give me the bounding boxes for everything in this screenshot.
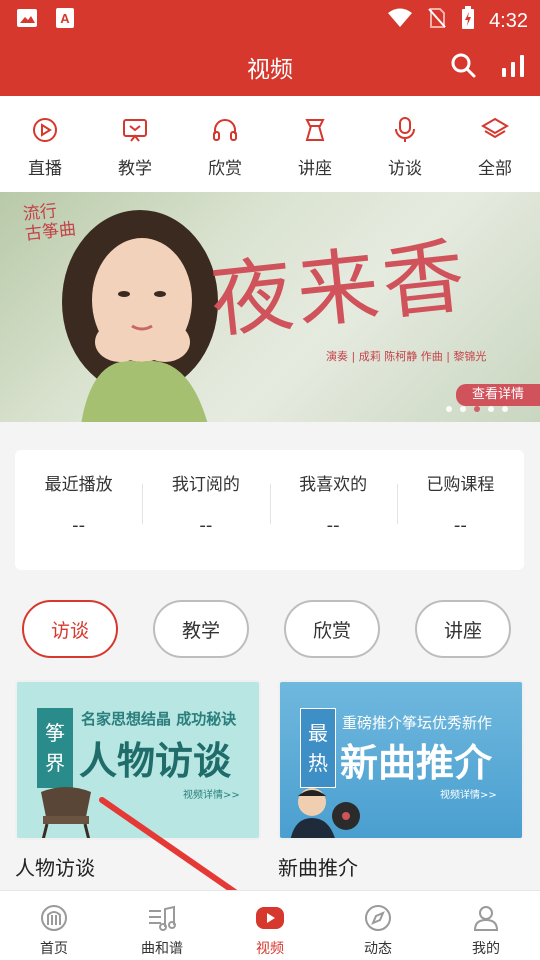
video-thumbnail[interactable]: 最 热 重磅推介筝坛优秀新作 新曲推介 视频详情>> <box>278 680 524 840</box>
filter-interview[interactable]: 访谈 <box>22 600 118 658</box>
ranking-chart-icon[interactable] <box>500 54 526 82</box>
video-card-grid: 筝 界 名家思想结晶 成功秘诀 人物访谈 视频详情>> 人物访谈 最 热 重磅推… <box>15 680 525 881</box>
video-card[interactable]: 筝 界 名家思想结晶 成功秘诀 人物访谈 视频详情>> 人物访谈 <box>15 680 261 881</box>
thumbnail-subtitle: 名家思想结晶 成功秘诀 <box>81 710 237 728</box>
badge-char: 界 <box>45 751 65 775</box>
tab-home[interactable]: 首页 <box>0 891 108 960</box>
app-bar: 视频 <box>0 36 540 96</box>
badge-char: 热 <box>308 751 328 775</box>
badge-char: 最 <box>308 721 328 745</box>
video-play-icon <box>256 907 284 929</box>
banner-title: 夜来香 <box>206 228 474 351</box>
view-details-button[interactable]: 查看详情 <box>456 384 540 406</box>
category-label: 欣赏 <box>208 159 242 179</box>
composer-photo <box>290 788 360 838</box>
thumbnail-more: 视频详情>> <box>440 790 497 801</box>
category-all[interactable]: 全部 <box>450 96 540 192</box>
tab-label: 首页 <box>40 941 68 957</box>
thumbnail-subtitle: 重磅推介筝坛优秀新作 <box>342 714 493 732</box>
profile-icon <box>473 906 499 931</box>
carousel-dot[interactable] <box>446 406 452 412</box>
tab-video[interactable]: 视频 <box>216 891 324 960</box>
video-card-title: 人物访谈 <box>15 856 95 880</box>
stat-purchased[interactable]: 已购课程 -- <box>396 450 524 570</box>
status-bar: A 4:32 <box>0 0 540 36</box>
live-icon <box>33 118 57 142</box>
stat-value: -- <box>326 515 340 536</box>
carousel-dots <box>446 406 508 412</box>
video-card[interactable]: 最 热 重磅推介筝坛优秀新作 新曲推介 视频详情>> 新曲推介 <box>278 680 524 881</box>
user-stats-card: 最近播放 -- 我订阅的 -- 我喜欢的 -- 已购课程 -- <box>15 450 524 570</box>
stat-recent-play[interactable]: 最近播放 -- <box>15 450 142 570</box>
search-icon[interactable] <box>450 52 476 82</box>
category-label: 全部 <box>478 159 512 179</box>
tab-label: 曲和谱 <box>141 941 183 957</box>
stat-label: 我订阅的 <box>171 475 240 495</box>
svg-text:A: A <box>60 11 70 26</box>
category-interview[interactable]: 访谈 <box>360 96 450 192</box>
home-icon <box>41 905 67 931</box>
category-label: 直播 <box>28 159 62 179</box>
filter-teaching[interactable]: 教学 <box>153 600 249 658</box>
category-label: 教学 <box>118 159 152 179</box>
filter-pills: 访谈 教学 欣赏 讲座 <box>22 600 522 658</box>
microphone-icon <box>395 117 415 142</box>
stat-subscribed[interactable]: 我订阅的 -- <box>142 450 269 570</box>
banner-tag: 流行 古筝曲 <box>22 199 77 244</box>
thumbnail-badge: 最 热 <box>300 708 336 788</box>
no-sim-icon <box>427 7 447 35</box>
teaching-icon <box>123 119 147 142</box>
stat-label: 已购课程 <box>426 475 495 495</box>
video-thumbnail[interactable]: 筝 界 名家思想结晶 成功秘诀 人物访谈 视频详情>> <box>15 680 261 840</box>
category-appreciation[interactable]: 欣赏 <box>180 96 270 192</box>
carousel-dot-active[interactable] <box>474 406 480 412</box>
stat-value: -- <box>453 515 467 536</box>
carousel-dot[interactable] <box>502 406 508 412</box>
category-live[interactable]: 直播 <box>0 96 90 192</box>
bottom-tab-bar: 首页 曲和谱 视频 动态 我的 <box>0 890 540 960</box>
stat-liked[interactable]: 我喜欢的 -- <box>269 450 397 570</box>
thumbnail-headline: 新曲推介 <box>340 741 493 785</box>
category-bar: 直播 教学 欣赏 讲座 访谈 全部 <box>0 96 540 192</box>
category-lecture[interactable]: 讲座 <box>270 96 360 192</box>
tab-feed[interactable]: 动态 <box>324 891 432 960</box>
stat-value: -- <box>72 515 86 536</box>
layers-icon <box>481 117 509 139</box>
category-label: 讲座 <box>298 159 332 179</box>
badge-char: 筝 <box>45 721 65 745</box>
tab-label: 动态 <box>364 941 392 957</box>
thumbnail-headline: 人物访谈 <box>79 739 232 783</box>
thumbnail-badge: 筝 界 <box>37 708 73 788</box>
thumbnail-more: 视频详情>> <box>183 790 240 801</box>
stat-label: 我喜欢的 <box>299 475 368 495</box>
sheet-music-icon <box>149 905 176 931</box>
tab-profile[interactable]: 我的 <box>432 891 540 960</box>
promo-banner[interactable]: 流行 古筝曲 夜来香 演奏 | 成莉 陈柯静 作曲 | 黎锦光 查看详情 <box>0 192 540 422</box>
compass-icon <box>365 905 391 931</box>
tab-sheet-music[interactable]: 曲和谱 <box>108 891 216 960</box>
gallery-notification-icon <box>16 7 38 33</box>
clock-time: 4:32 <box>489 9 528 32</box>
carousel-dot[interactable] <box>488 406 494 412</box>
stat-label: 最近播放 <box>44 475 113 495</box>
lecture-icon <box>305 119 325 141</box>
headphones-icon <box>213 119 237 141</box>
carousel-dot[interactable] <box>460 406 466 412</box>
banner-credits: 演奏 | 成莉 陈柯静 作曲 | 黎锦光 <box>326 350 487 363</box>
filter-appreciation[interactable]: 欣赏 <box>284 600 380 658</box>
tab-label: 我的 <box>472 941 500 957</box>
battery-charging-icon <box>461 6 475 36</box>
tab-label: 视频 <box>256 941 284 957</box>
category-label: 访谈 <box>388 159 422 179</box>
stat-value: -- <box>199 515 213 536</box>
category-teaching[interactable]: 教学 <box>90 96 180 192</box>
app-notification-icon: A <box>54 7 76 33</box>
chair-illustration <box>41 787 91 838</box>
wifi-icon <box>387 7 413 35</box>
video-card-title: 新曲推介 <box>278 856 358 880</box>
filter-lecture[interactable]: 讲座 <box>415 600 511 658</box>
